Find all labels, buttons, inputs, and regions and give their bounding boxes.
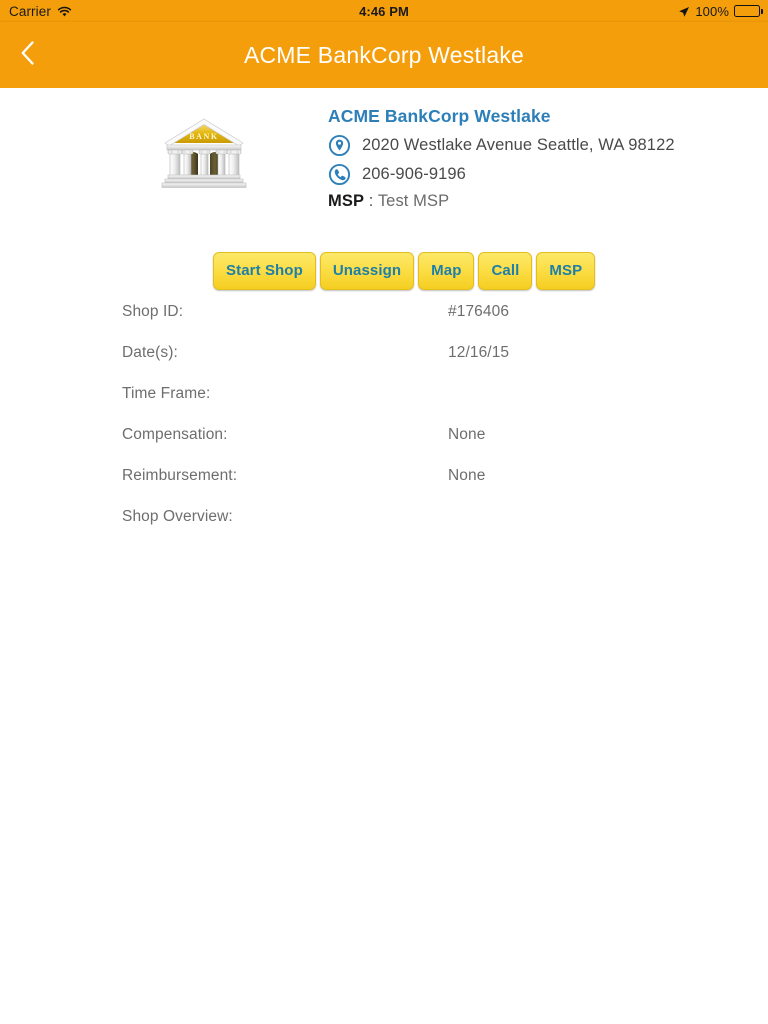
detail-label: Shop ID: <box>122 303 184 320</box>
msp-button[interactable]: MSP <box>536 252 596 290</box>
status-bar-right: 100% <box>678 3 763 19</box>
msp-row: MSP : Test MSP <box>328 192 675 211</box>
shop-detail-list: Shop ID: #176406 Date(s): 12/16/15 Time … <box>0 303 768 549</box>
detail-row-shop-id: Shop ID: #176406 <box>0 303 768 344</box>
phone-icon <box>328 163 351 186</box>
detail-row-dates: Date(s): 12/16/15 <box>0 344 768 385</box>
detail-row-shop-overview: Shop Overview: <box>0 508 768 549</box>
detail-label: Compensation: <box>122 426 228 443</box>
phone-row[interactable]: 206-906-9196 <box>328 163 675 186</box>
detail-value: #176406 <box>448 303 510 320</box>
detail-value: None <box>448 467 486 484</box>
msp-separator: : <box>368 192 374 210</box>
phone-text: 206-906-9196 <box>362 165 466 183</box>
detail-label: Reimbursement: <box>122 467 238 484</box>
detail-value: 12/16/15 <box>448 344 510 361</box>
bank-building-icon: BANK <box>158 116 250 194</box>
detail-label: Date(s): <box>122 344 178 361</box>
call-button[interactable]: Call <box>478 252 533 290</box>
organization-name: ACME BankCorp Westlake <box>328 106 551 126</box>
status-bar-time: 4:46 PM <box>359 3 409 19</box>
detail-label: Time Frame: <box>122 385 211 402</box>
organization-info-block: BANK ACME BankCorp Westlake 2020 Westlak… <box>0 88 768 248</box>
shop-detail-content: BANK ACME BankCorp Westlake 2020 Westlak… <box>0 88 768 1024</box>
detail-label: Shop Overview: <box>122 508 233 525</box>
address-text: 2020 Westlake Avenue Seattle, WA 98122 <box>362 136 675 154</box>
msp-label: MSP <box>328 192 365 210</box>
start-shop-button[interactable]: Start Shop <box>213 252 316 290</box>
status-bar: Carrier 4:46 PM 100% <box>0 0 768 22</box>
battery-percent-label: 100% <box>695 3 729 19</box>
organization-text-block: ACME BankCorp Westlake 2020 Westlake Ave… <box>328 106 675 211</box>
msp-value: Test MSP <box>377 192 450 210</box>
navigation-bar: ACME BankCorp Westlake <box>0 22 768 88</box>
unassign-button[interactable]: Unassign <box>319 252 415 290</box>
address-row[interactable]: 2020 Westlake Avenue Seattle, WA 98122 <box>328 134 675 157</box>
location-arrow-icon <box>678 6 690 18</box>
map-button[interactable]: Map <box>418 252 475 290</box>
svg-text:BANK: BANK <box>189 132 219 141</box>
detail-value: None <box>448 426 486 443</box>
detail-row-compensation: Compensation: None <box>0 426 768 467</box>
battery-full-icon <box>734 5 763 17</box>
page-title: ACME BankCorp Westlake <box>243 42 525 68</box>
detail-row-time-frame: Time Frame: <box>0 385 768 426</box>
location-pin-icon <box>328 134 351 157</box>
action-button-row: Start Shop Unassign Map Call MSP <box>213 252 596 290</box>
detail-row-reimbursement: Reimbursement: None <box>0 467 768 508</box>
